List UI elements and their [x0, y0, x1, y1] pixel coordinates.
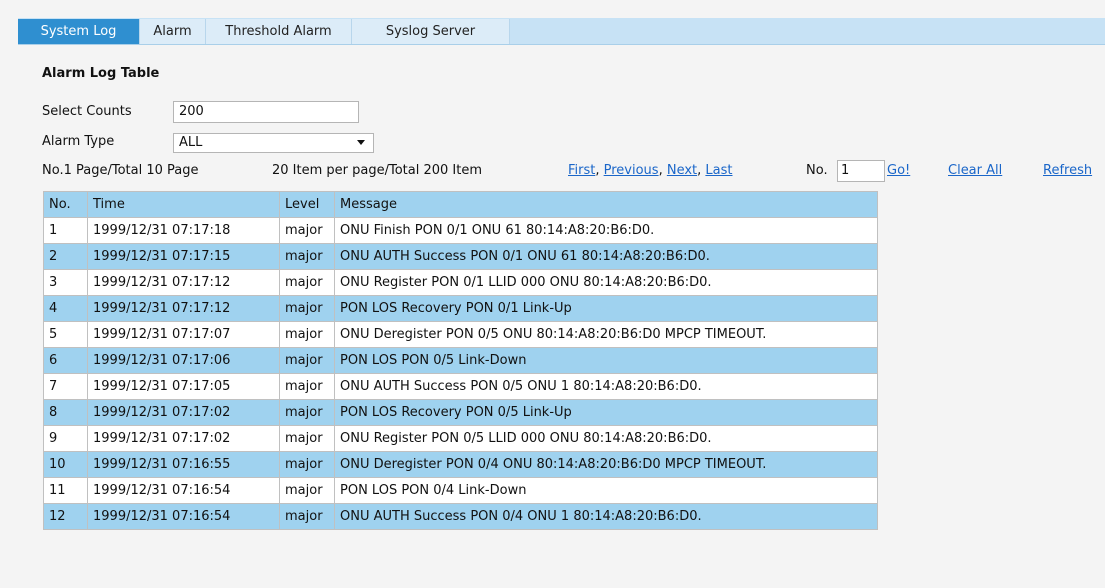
cell-no: 3	[43, 269, 88, 296]
cell-no: 6	[43, 347, 88, 374]
cell-no: 5	[43, 321, 88, 348]
table-row: 3 1999/12/31 07:17:12 major ONU Register PO…	[43, 269, 878, 296]
cell-message: PON LOS PON 0/5 Link-Down	[334, 347, 878, 374]
alarm-type-value: ALL	[179, 135, 203, 150]
table-row: 11 1999/12/31 07:16:54 major PON LOS PON 0/…	[43, 477, 878, 504]
clear-all-button[interactable]: Clear All	[948, 163, 1002, 178]
cell-time: 1999/12/31 07:17:02	[87, 399, 280, 426]
tab-alarm[interactable]: Alarm	[140, 19, 206, 44]
tab-system-log[interactable]: System Log	[18, 19, 140, 44]
cell-time: 1999/12/31 07:16:55	[87, 451, 280, 478]
table-header-row: No. Time Level Message	[43, 191, 878, 218]
cell-time: 1999/12/31 07:17:05	[87, 373, 280, 400]
cell-message: ONU Finish PON 0/1 ONU 61 80:14:A8:20:B6…	[334, 217, 878, 244]
cell-message: ONU Deregister PON 0/5 ONU 80:14:A8:20:B…	[334, 321, 878, 348]
table-row: 10 1999/12/31 07:16:55 major ONU Deregister…	[43, 451, 878, 478]
tab-syslog-server[interactable]: Syslog Server	[352, 19, 510, 44]
table-row: 6 1999/12/31 07:17:06 major PON LOS PON 0/5…	[43, 347, 878, 374]
page-number-label: No.	[806, 163, 828, 178]
cell-level: major	[279, 295, 335, 322]
cell-time: 1999/12/31 07:17:07	[87, 321, 280, 348]
alarm-type-select[interactable]: ALL	[173, 133, 374, 153]
table-row: 4 1999/12/31 07:17:12 major PON LOS Recover…	[43, 295, 878, 322]
table-row: 12 1999/12/31 07:16:54 major ONU AUTH Succe…	[43, 503, 878, 530]
select-counts-label: Select Counts	[42, 104, 132, 119]
page-title: Alarm Log Table	[42, 66, 160, 81]
separator: ,	[658, 163, 667, 178]
cell-message: ONU Register PON 0/5 LLID 000 ONU 80:14:…	[334, 425, 878, 452]
tab-threshold-alarm[interactable]: Threshold Alarm	[206, 19, 352, 44]
cell-level: major	[279, 321, 335, 348]
cell-no: 10	[43, 451, 88, 478]
column-header-time: Time	[87, 191, 280, 218]
cell-message: PON LOS Recovery PON 0/1 Link-Up	[334, 295, 878, 322]
cell-level: major	[279, 451, 335, 478]
table-row: 1 1999/12/31 07:17:18 major ONU Finish PON …	[43, 217, 878, 244]
cell-message: PON LOS Recovery PON 0/5 Link-Up	[334, 399, 878, 426]
column-header-level: Level	[279, 191, 335, 218]
column-header-no: No.	[43, 191, 88, 218]
cell-message: ONU AUTH Success PON 0/4 ONU 1 80:14:A8:…	[334, 503, 878, 530]
table-row: 5 1999/12/31 07:17:07 major ONU Deregister …	[43, 321, 878, 348]
cell-level: major	[279, 347, 335, 374]
alarm-type-label: Alarm Type	[42, 134, 115, 149]
next-link[interactable]: Next	[667, 163, 697, 178]
page-info: No.1 Page/Total 10 Page	[42, 163, 199, 178]
cell-no: 9	[43, 425, 88, 452]
cell-message: ONU Register PON 0/1 LLID 000 ONU 80:14:…	[334, 269, 878, 296]
cell-time: 1999/12/31 07:17:06	[87, 347, 280, 374]
cell-level: major	[279, 399, 335, 426]
select-counts-input[interactable]: 200	[173, 101, 359, 123]
table-row: 9 1999/12/31 07:17:02 major ONU Register PO…	[43, 425, 878, 452]
cell-message: ONU AUTH Success PON 0/1 ONU 61 80:14:A8…	[334, 243, 878, 270]
cell-level: major	[279, 243, 335, 270]
go-button[interactable]: Go!	[887, 163, 910, 178]
cell-no: 8	[43, 399, 88, 426]
cell-no: 11	[43, 477, 88, 504]
cell-level: major	[279, 269, 335, 296]
cell-time: 1999/12/31 07:17:15	[87, 243, 280, 270]
separator: ,	[595, 163, 604, 178]
tab-bar: System Log Alarm Threshold Alarm Syslog …	[18, 18, 1105, 45]
cell-no: 1	[43, 217, 88, 244]
cell-level: major	[279, 373, 335, 400]
cell-time: 1999/12/31 07:17:18	[87, 217, 280, 244]
cell-time: 1999/12/31 07:17:12	[87, 295, 280, 322]
last-link[interactable]: Last	[705, 163, 732, 178]
cell-message: PON LOS PON 0/4 Link-Down	[334, 477, 878, 504]
table-row: 8 1999/12/31 07:17:02 major PON LOS Recover…	[43, 399, 878, 426]
table-body: No. Time Level Message 1 1999/12/31 07:17…	[43, 191, 878, 530]
page-number-input[interactable]: 1	[837, 160, 885, 182]
alarm-log-table: No. Time Level Message 1 1999/12/31 07:17…	[43, 191, 878, 530]
cell-no: 2	[43, 243, 88, 270]
cell-level: major	[279, 425, 335, 452]
table-row: 7 1999/12/31 07:17:05 major ONU AUTH Succes…	[43, 373, 878, 400]
cell-time: 1999/12/31 07:17:12	[87, 269, 280, 296]
first-link[interactable]: First	[568, 163, 595, 178]
table-row: 2 1999/12/31 07:17:15 major ONU AUTH Succes…	[43, 243, 878, 270]
cell-level: major	[279, 503, 335, 530]
pager-links: First, Previous, Next, Last	[568, 163, 733, 178]
cell-no: 4	[43, 295, 88, 322]
chevron-down-icon	[357, 140, 365, 145]
column-header-message: Message	[334, 191, 878, 218]
cell-level: major	[279, 217, 335, 244]
cell-level: major	[279, 477, 335, 504]
cell-no: 12	[43, 503, 88, 530]
cell-message: ONU AUTH Success PON 0/5 ONU 1 80:14:A8:…	[334, 373, 878, 400]
cell-message: ONU Deregister PON 0/4 ONU 80:14:A8:20:B…	[334, 451, 878, 478]
item-info: 20 Item per page/Total 200 Item	[272, 163, 483, 178]
cell-no: 7	[43, 373, 88, 400]
cell-time: 1999/12/31 07:17:02	[87, 425, 280, 452]
refresh-button[interactable]: Refresh	[1043, 163, 1092, 178]
cell-time: 1999/12/31 07:16:54	[87, 503, 280, 530]
cell-time: 1999/12/31 07:16:54	[87, 477, 280, 504]
previous-link[interactable]: Previous	[604, 163, 659, 178]
